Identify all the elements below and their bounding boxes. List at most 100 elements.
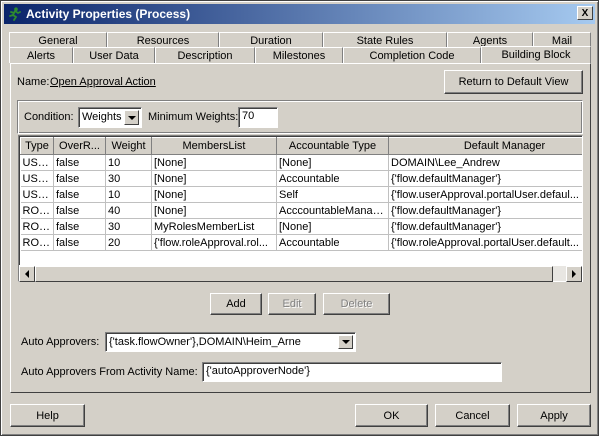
tab-user-data[interactable]: User Data: [73, 47, 155, 63]
table-cell: 40: [105, 202, 152, 219]
column-header-type[interactable]: Type: [20, 137, 54, 155]
table-cell: USER: [20, 154, 54, 171]
tab-label: State Rules: [356, 34, 414, 47]
table-row[interactable]: ROLE false 40 [None] AcccountableManager…: [20, 202, 582, 219]
tab-milestones[interactable]: Milestones: [255, 47, 343, 63]
tab-label: Mail: [551, 34, 573, 47]
tab-label: User Data: [89, 49, 139, 62]
tab-label: Building Block: [501, 49, 571, 61]
table-row[interactable]: USER false 30 [None] Accountable {'flow.…: [20, 170, 582, 187]
ok-button[interactable]: OK: [355, 404, 428, 427]
chevron-down-icon[interactable]: [338, 335, 353, 349]
tab-label: Milestones: [272, 49, 326, 62]
scrollbar-thumb[interactable]: [35, 266, 553, 282]
table-cell: false: [53, 218, 106, 235]
column-header-weight[interactable]: Weight: [105, 137, 152, 155]
table-cell: {'flow.roleApproval.portalUser.default..…: [388, 234, 582, 251]
tab-resources[interactable]: Resources: [107, 32, 219, 48]
table-cell: [None]: [151, 202, 277, 219]
tab-alerts[interactable]: Alerts: [9, 47, 73, 63]
tab-label: Alerts: [26, 49, 56, 62]
table-cell: 30: [105, 218, 152, 235]
table-row[interactable]: ROLE false 20 {'flow.roleApproval.rol...…: [20, 234, 582, 251]
table-cell: Accountable: [276, 170, 389, 187]
table-cell: 10: [105, 154, 152, 171]
arrow-right-icon[interactable]: [566, 266, 582, 282]
help-button[interactable]: Help: [10, 404, 85, 427]
table-cell: ROLE: [20, 202, 54, 219]
table-row[interactable]: ROLE false 30 MyRolesMemberList [None] {…: [20, 218, 582, 235]
table-cell: false: [53, 154, 106, 171]
auto-approvers-from-activity-input[interactable]: {'autoApproverNode'}: [202, 362, 502, 382]
table-cell: Self: [276, 186, 389, 203]
table-row[interactable]: USER false 10 [None] Self {'flow.userApp…: [20, 186, 582, 203]
table-cell: false: [53, 234, 106, 251]
minimum-weights-input[interactable]: 70: [238, 107, 278, 128]
condition-select[interactable]: Weights: [78, 107, 142, 128]
auto-approvers-value: {'task.flowOwner'},DOMAIN\Heim_Arne: [109, 336, 301, 348]
add-button[interactable]: Add: [210, 293, 262, 315]
column-header-override[interactable]: OverR...: [53, 137, 106, 155]
tab-label: Duration: [250, 34, 292, 47]
table-cell: {'flow.defaultManager'}: [388, 202, 582, 219]
tab-state-rules[interactable]: State Rules: [323, 32, 447, 48]
table-cell: Accountable: [276, 234, 389, 251]
column-header-members-list[interactable]: MembersList: [151, 137, 277, 155]
condition-label: Condition:: [24, 111, 74, 123]
column-header-default-manager[interactable]: Default Manager: [388, 137, 582, 155]
tab-completion-code[interactable]: Completion Code: [343, 47, 481, 63]
table-cell: {'flow.roleApproval.rol...: [151, 234, 277, 251]
title-bar[interactable]: Activity Properties (Process) X: [4, 4, 595, 24]
table-cell: [None]: [151, 154, 277, 171]
tab-label: Agents: [472, 34, 508, 47]
auto-approvers-select[interactable]: {'task.flowOwner'},DOMAIN\Heim_Arne: [105, 332, 356, 352]
tab-label: General: [38, 34, 78, 47]
table-cell: [None]: [276, 154, 389, 171]
close-glyph: X: [581, 7, 589, 19]
activity-name-link[interactable]: Open Approval Action: [50, 76, 156, 88]
tab-label: Description: [177, 49, 233, 62]
table-cell: false: [53, 170, 106, 187]
window-title: Activity Properties (Process): [26, 7, 191, 21]
edit-button[interactable]: Edit: [268, 293, 316, 315]
table-cell: [None]: [151, 186, 277, 203]
table-cell: 10: [105, 186, 152, 203]
minimum-weights-label: Minimum Weights:: [148, 111, 239, 123]
return-to-default-view-button[interactable]: Return to Default View: [444, 70, 583, 94]
condition-value: Weights: [82, 111, 122, 123]
arrow-left-icon[interactable]: [19, 266, 35, 282]
horizontal-scrollbar[interactable]: [19, 265, 582, 282]
tab-building-block[interactable]: Building Block: [481, 46, 591, 63]
running-figure-icon: [7, 6, 23, 22]
table-cell: AcccountableManager: [276, 202, 389, 219]
delete-button[interactable]: Delete: [323, 293, 390, 315]
table-cell: {'flow.defaultManager'}: [388, 170, 582, 187]
auto-approvers-from-activity-label: Auto Approvers From Activity Name:: [21, 366, 198, 378]
table-cell: 20: [105, 234, 152, 251]
table-cell: USER: [20, 186, 54, 203]
apply-button[interactable]: Apply: [517, 404, 591, 427]
table-header-row: Type OverR... Weight MembersList Account…: [20, 137, 582, 155]
table-cell: [None]: [276, 218, 389, 235]
table-row[interactable]: USER false 10 [None] [None] DOMAIN\Lee_A…: [20, 154, 582, 171]
table-cell: {'flow.userApproval.portalUser.defaul...: [388, 186, 582, 203]
table-cell: [None]: [151, 170, 277, 187]
close-icon[interactable]: X: [577, 6, 593, 20]
table-cell: MyRolesMemberList: [151, 218, 277, 235]
chevron-down-icon[interactable]: [124, 110, 139, 125]
tab-label: Resources: [136, 34, 190, 47]
table-cell: USER: [20, 170, 54, 187]
approvers-table: Type OverR... Weight MembersList Account…: [18, 135, 583, 282]
tab-duration[interactable]: Duration: [219, 32, 323, 48]
dialog-window: Activity Properties (Process) X General …: [0, 0, 599, 436]
tab-description[interactable]: Description: [155, 47, 255, 63]
table-cell: false: [53, 186, 106, 203]
cancel-button[interactable]: Cancel: [435, 404, 510, 427]
table-cell: ROLE: [20, 218, 54, 235]
name-label: Name:: [17, 76, 50, 88]
table-cell: DOMAIN\Lee_Andrew: [388, 154, 582, 171]
table-cell: {'flow.defaultManager'}: [388, 218, 582, 235]
tab-label: Completion Code: [369, 49, 455, 62]
column-header-accountable-type[interactable]: Accountable Type: [276, 137, 389, 155]
tab-general[interactable]: General: [9, 32, 107, 48]
